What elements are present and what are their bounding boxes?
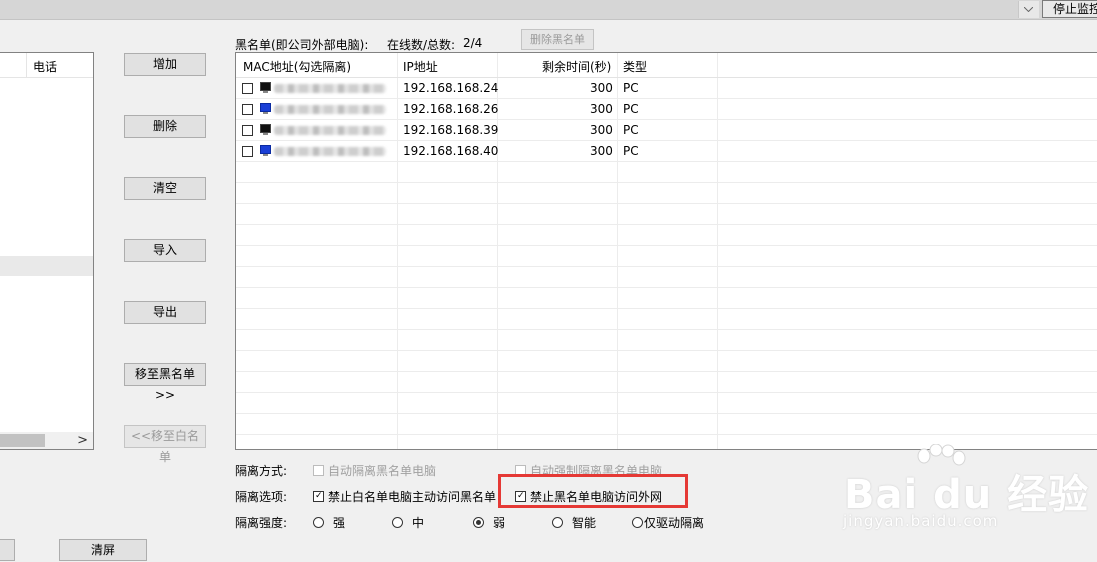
partial-button[interactable] bbox=[0, 539, 15, 561]
row-divider bbox=[236, 371, 1097, 372]
scrollbar-thumb[interactable] bbox=[0, 434, 45, 447]
online-count-value: 2/4 bbox=[463, 36, 483, 50]
mac-address-redacted bbox=[274, 84, 386, 93]
stop-monitor-button[interactable]: 停止监控 bbox=[1042, 0, 1097, 18]
chevron-down-icon bbox=[1024, 7, 1033, 12]
online-count-label: 在线数/总数: bbox=[387, 38, 456, 52]
ban-whitelist-access-label: 禁止白名单电脑主动访问黑名单 bbox=[328, 490, 497, 504]
row-divider bbox=[236, 308, 1097, 309]
radio-label: 智能 bbox=[572, 516, 597, 530]
isolation-options-label: 隔离选项: bbox=[235, 490, 288, 504]
add-button[interactable]: 增加 bbox=[124, 53, 206, 76]
move-to-whitelist-button[interactable]: <<移至白名单 bbox=[124, 425, 206, 464]
isolation-strength-label: 隔离强度: bbox=[235, 516, 288, 530]
table-row[interactable]: 192.168.168.26 300 PC bbox=[236, 99, 1097, 120]
mac-address-redacted bbox=[274, 147, 386, 156]
row-divider bbox=[236, 413, 1097, 414]
scroll-right-icon[interactable]: > bbox=[77, 433, 88, 448]
radio-label: 中 bbox=[412, 516, 425, 530]
row-divider bbox=[236, 245, 1097, 246]
export-button[interactable]: 导出 bbox=[124, 301, 206, 324]
row-divider bbox=[236, 182, 1097, 183]
row-divider bbox=[236, 329, 1097, 330]
blacklist-title: 黑名单(即公司外部电脑): bbox=[235, 38, 369, 52]
column-header-mac[interactable]: MAC地址(勾选隔离) bbox=[243, 58, 351, 75]
watermark-url: jingyan.baidu.com bbox=[843, 512, 999, 530]
checkmark-icon: ✓ bbox=[315, 491, 323, 501]
table-row[interactable]: 192.168.168.40 300 PC bbox=[236, 141, 1097, 162]
delete-blacklist-button[interactable]: 删除黑名单 bbox=[521, 29, 594, 50]
ip-cell: 192.168.168.40 bbox=[403, 144, 499, 158]
row-divider bbox=[236, 203, 1097, 204]
remaining-cell: 300 bbox=[590, 144, 613, 158]
dropdown-toggle[interactable] bbox=[1018, 1, 1039, 18]
top-toolbar bbox=[0, 0, 1097, 20]
ip-cell: 192.168.168.24 bbox=[403, 81, 499, 95]
strength-radio-smart[interactable]: 智能 bbox=[552, 514, 596, 531]
radio-button bbox=[313, 517, 324, 528]
radio-button bbox=[392, 517, 403, 528]
row-divider bbox=[236, 350, 1097, 351]
row-divider bbox=[236, 224, 1097, 225]
isolate-checkbox[interactable] bbox=[242, 146, 253, 157]
clear-screen-button[interactable]: 清屏 bbox=[59, 539, 147, 561]
computer-icon bbox=[260, 82, 271, 93]
row-divider bbox=[236, 287, 1097, 288]
column-header-type[interactable]: 类型 bbox=[623, 58, 647, 75]
radio-label: 强 bbox=[333, 516, 346, 530]
highlight-box bbox=[498, 474, 688, 508]
checkbox-box: ✓ bbox=[313, 491, 324, 502]
radio-button bbox=[632, 517, 643, 528]
isolate-checkbox[interactable] bbox=[242, 104, 253, 115]
delete-button[interactable]: 删除 bbox=[124, 115, 206, 138]
isolation-method-label: 隔离方式: bbox=[235, 464, 288, 478]
auto-isolate-label: 自动隔离黑名单电脑 bbox=[328, 464, 437, 478]
whitelist-header: 电话 bbox=[0, 53, 93, 78]
type-cell: PC bbox=[623, 144, 639, 158]
isolate-checkbox[interactable] bbox=[242, 83, 253, 94]
radio-button bbox=[552, 517, 563, 528]
move-to-blacklist-button[interactable]: 移至黑名单>> bbox=[124, 363, 206, 402]
import-button[interactable]: 导入 bbox=[124, 239, 206, 262]
horizontal-scrollbar[interactable]: > bbox=[0, 432, 93, 449]
mac-address-redacted bbox=[274, 105, 386, 114]
remaining-cell: 300 bbox=[590, 81, 613, 95]
strength-radio-weak[interactable]: 弱 bbox=[473, 514, 505, 531]
column-divider bbox=[26, 53, 27, 77]
row-divider bbox=[236, 434, 1097, 435]
column-header-ip[interactable]: IP地址 bbox=[403, 58, 438, 75]
radio-label: 弱 bbox=[493, 516, 506, 530]
column-header-remaining-time[interactable]: 剩余时间(秒) bbox=[542, 58, 611, 75]
auto-isolate-checkbox[interactable]: 自动隔离黑名单电脑 bbox=[313, 462, 436, 479]
radio-label: 仅驱动隔离 bbox=[644, 516, 705, 530]
mac-address-redacted bbox=[274, 126, 386, 135]
blacklist-table[interactable]: MAC地址(勾选隔离) IP地址 剩余时间(秒) 类型 192.168.168.… bbox=[235, 52, 1097, 450]
ban-whitelist-access-checkbox[interactable]: ✓ 禁止白名单电脑主动访问黑名单 bbox=[313, 488, 496, 505]
ip-cell: 192.168.168.26 bbox=[403, 102, 499, 116]
whitelist-table[interactable]: 电话 > bbox=[0, 52, 94, 450]
isolate-checkbox[interactable] bbox=[242, 125, 253, 136]
row-divider bbox=[236, 266, 1097, 267]
strength-radio-strong[interactable]: 强 bbox=[313, 514, 345, 531]
type-cell: PC bbox=[623, 81, 639, 95]
ip-cell: 192.168.168.39 bbox=[403, 123, 499, 137]
checkbox-box bbox=[313, 465, 324, 476]
remaining-cell: 300 bbox=[590, 102, 613, 116]
clear-button[interactable]: 清空 bbox=[124, 177, 206, 200]
table-row[interactable]: 192.168.168.24 300 PC bbox=[236, 78, 1097, 99]
radio-button-selected bbox=[473, 517, 484, 528]
row-divider bbox=[236, 392, 1097, 393]
column-header-phone[interactable]: 电话 bbox=[33, 58, 57, 75]
computer-icon bbox=[260, 124, 271, 135]
type-cell: PC bbox=[623, 102, 639, 116]
computer-icon bbox=[260, 103, 271, 114]
strength-radio-medium[interactable]: 中 bbox=[392, 514, 424, 531]
computer-icon bbox=[260, 145, 271, 156]
table-row-selected[interactable] bbox=[0, 256, 93, 276]
type-cell: PC bbox=[623, 123, 639, 137]
remaining-cell: 300 bbox=[590, 123, 613, 137]
table-row[interactable]: 192.168.168.39 300 PC bbox=[236, 120, 1097, 141]
strength-radio-driver-only[interactable]: 仅驱动隔离 bbox=[632, 514, 704, 531]
